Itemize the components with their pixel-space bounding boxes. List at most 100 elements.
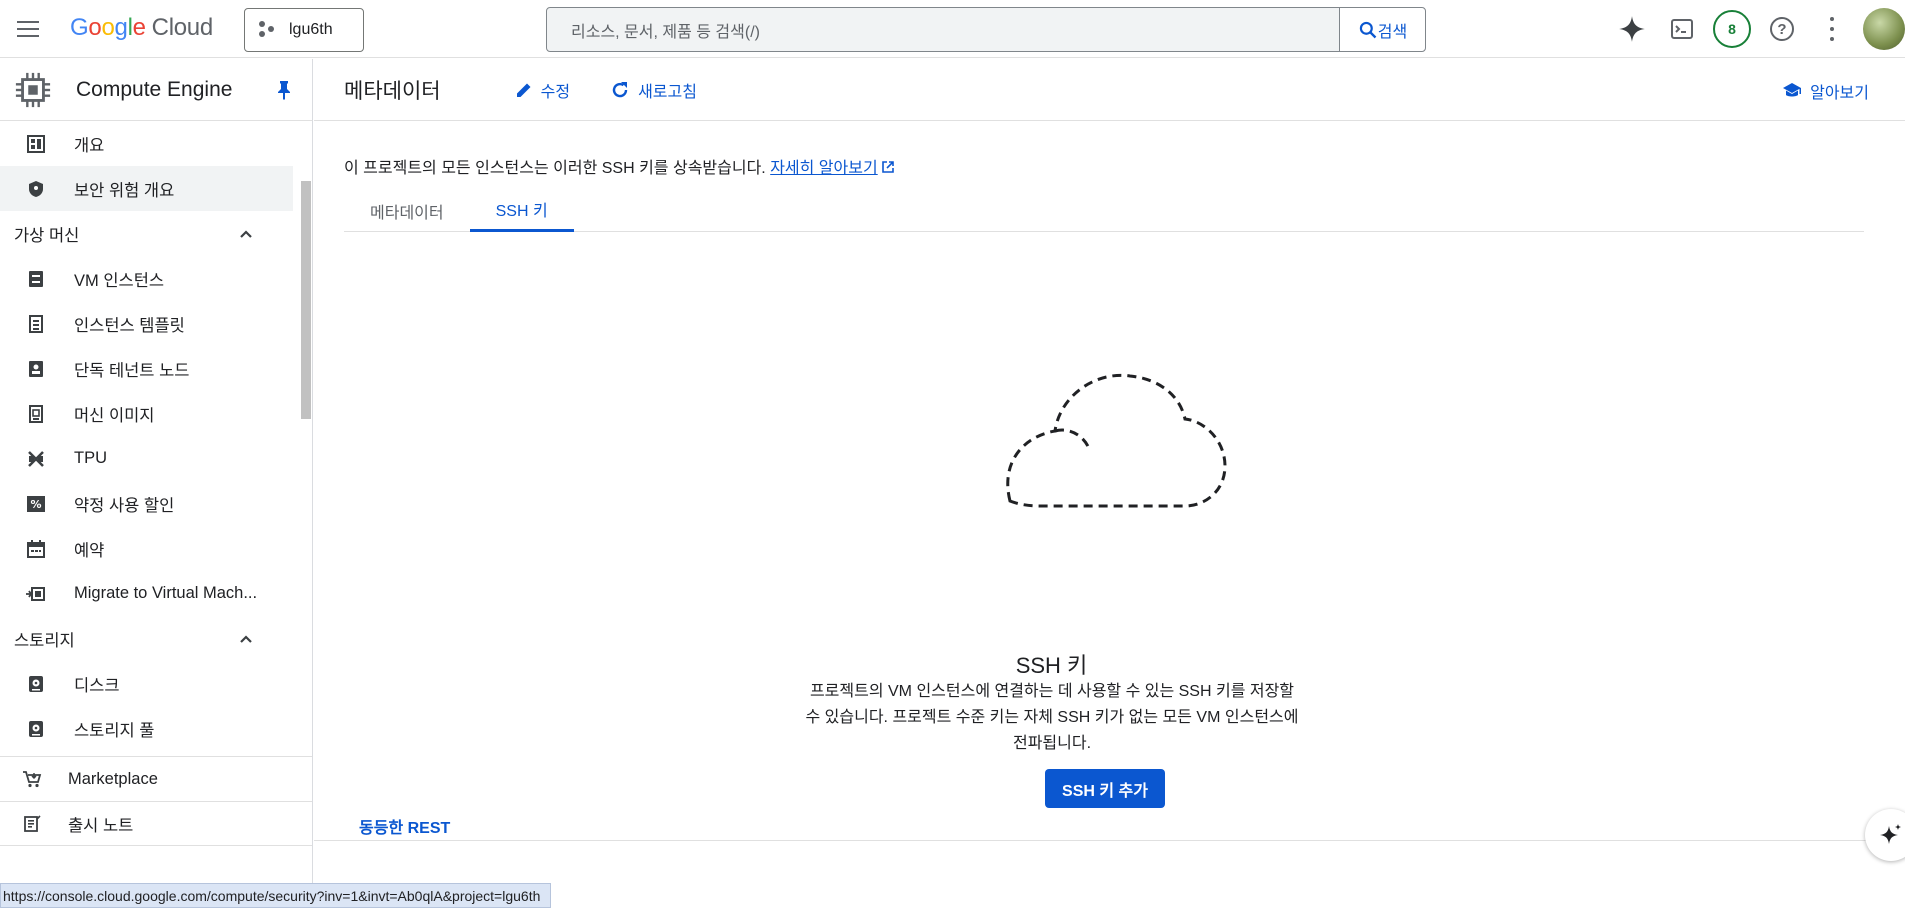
section-label: 스토리지 <box>14 631 75 650</box>
cart-icon <box>22 769 42 789</box>
sidebar-item-label: 디스크 <box>74 676 120 695</box>
sidebar-item-sole-tenant-nodes[interactable]: 단독 테넌트 노드 <box>0 346 300 391</box>
gemini-assist-button[interactable] <box>1865 809 1905 861</box>
sidebar-item-label: 출시 노트 <box>68 816 134 835</box>
sidebar-item-label: 인스턴스 템플릿 <box>74 316 185 335</box>
divider <box>314 840 1905 841</box>
section-label: 가상 머신 <box>14 226 80 245</box>
sidebar-item-reservations[interactable]: 예약 <box>0 526 300 571</box>
intro-text: 이 프로젝트의 모든 인스턴스는 이러한 SSH 키를 상속받습니다. <box>344 160 766 177</box>
sidebar-item-label: 보안 위험 개요 <box>74 181 175 200</box>
sidebar-item-migrate[interactable]: Migrate to Virtual Mach... <box>0 571 300 616</box>
content-header: 메타데이터 수정 새로고침 알아보기 <box>314 59 1905 121</box>
equivalent-rest-link[interactable]: 동등한 REST <box>359 814 450 838</box>
pin-icon[interactable] <box>272 78 296 102</box>
intro-text-row: 이 프로젝트의 모든 인스턴스는 이러한 SSH 키를 상속받습니다. 자세히 … <box>344 154 895 178</box>
empty-state-description: 프로젝트의 VM 인스턴스에 연결하는 데 사용할 수 있는 SSH 키를 저장… <box>805 683 1299 752</box>
gemini-sparkle-icon[interactable] <box>1607 0 1657 58</box>
discount-icon: % <box>26 494 46 514</box>
pencil-icon <box>516 83 531 97</box>
sparkle-icon <box>1880 824 1901 844</box>
sidebar-item-label: 스토리지 풀 <box>74 721 155 740</box>
sidebar-item-label: 개요 <box>74 136 105 155</box>
sidebar-item-storage-pools[interactable]: 스토리지 풀 <box>0 706 300 751</box>
sole-tenant-icon <box>26 359 46 379</box>
tpu-icon <box>26 449 46 469</box>
chevron-up-icon <box>240 229 252 238</box>
chevron-up-icon <box>240 634 252 643</box>
refresh-label: 새로고침 <box>638 83 697 101</box>
machine-image-icon <box>26 404 46 424</box>
add-ssh-key-button[interactable]: SSH 키 추가 <box>1045 769 1165 808</box>
sidebar-item-label: Marketplace <box>68 769 158 788</box>
storage-pool-icon <box>26 719 46 739</box>
edit-label: 수정 <box>540 83 571 101</box>
external-link-icon <box>881 161 894 173</box>
sidebar-section-vm[interactable]: 가상 머신 <box>0 211 300 256</box>
sidebar-nav: 개요 보안 위험 개요 가상 머신 VM 인스턴스 인스턴스 템플릿 단독 테넌… <box>0 121 300 759</box>
search-bar: 리소스, 문서, 제품 등 검색(/) 검색 <box>546 7 1426 52</box>
disk-icon <box>26 674 46 694</box>
sidebar-item-label: TPU <box>74 449 107 467</box>
empty-state-cloud-icon <box>1006 373 1227 508</box>
compute-engine-chip-icon <box>15 72 51 107</box>
tab-bar: 메타데이터 SSH 키 <box>344 189 1864 232</box>
edit-button[interactable]: 수정 <box>515 78 570 102</box>
sidebar-section-storage[interactable]: 스토리지 <box>0 616 300 661</box>
calendar-icon <box>26 539 46 559</box>
dashboard-icon <box>26 134 46 154</box>
sidebar-item-vm-instances[interactable]: VM 인스턴스 <box>0 256 300 301</box>
cloud-shell-icon[interactable] <box>1657 0 1707 58</box>
search-input[interactable]: 리소스, 문서, 제품 등 검색(/) <box>547 18 1339 42</box>
svg-text:%: % <box>30 498 41 511</box>
sidebar-item-overview[interactable]: 개요 <box>0 121 300 166</box>
sidebar-item-label: 머신 이미지 <box>74 406 155 425</box>
sidebar-item-security-overview[interactable]: 보안 위험 개요 <box>0 166 293 211</box>
notification-count-badge: 8 <box>1713 10 1751 48</box>
sidebar-item-label: 약정 사용 할인 <box>74 496 175 515</box>
google-cloud-logo[interactable]: Google Cloud <box>70 14 213 42</box>
sidebar-item-tpu[interactable]: TPU <box>0 436 300 481</box>
sidebar-item-machine-images[interactable]: 머신 이미지 <box>0 391 300 436</box>
empty-state-title: SSH 키 <box>1015 653 1088 678</box>
sidebar-item-instance-templates[interactable]: 인스턴스 템플릿 <box>0 301 300 346</box>
account-avatar[interactable] <box>1863 8 1905 50</box>
sidebar-scrollbar[interactable] <box>301 181 311 419</box>
sidebar-item-label: Migrate to Virtual Mach... <box>74 584 258 602</box>
help-button[interactable]: ? <box>1757 0 1807 58</box>
help-icon: ? <box>1770 17 1794 41</box>
notifications-button[interactable]: 8 <box>1707 0 1757 58</box>
top-bar: Google Cloud lgu6th 리소스, 문서, 제품 등 검색(/) 검… <box>0 0 1905 58</box>
project-picker-button[interactable]: lgu6th <box>244 8 364 52</box>
learn-label: 알아보기 <box>1810 85 1869 102</box>
status-bar-url: https://console.cloud.google.com/compute… <box>0 883 552 908</box>
sidebar-item-label: 단독 테넌트 노드 <box>74 361 190 380</box>
release-notes-icon <box>22 814 42 834</box>
product-title: Compute Engine <box>76 77 233 101</box>
learn-more-link-label: 자세히 알아보기 <box>770 160 878 177</box>
main-menu-icon[interactable] <box>14 16 42 42</box>
logo-cloud-text: Cloud <box>151 14 214 41</box>
search-button-label: 검색 <box>1377 23 1408 41</box>
vm-instance-icon <box>26 269 46 289</box>
search-button[interactable]: 검색 <box>1339 8 1425 51</box>
tab-metadata[interactable]: 메타데이터 <box>344 189 470 232</box>
sidebar-item-release-notes[interactable]: 출시 노트 <box>0 801 312 846</box>
learn-more-link[interactable]: 자세히 알아보기 <box>770 160 878 177</box>
main-content: 메타데이터 수정 새로고침 알아보기 이 프로젝트의 모든 인스턴스는 이러한 … <box>314 59 1905 908</box>
sidebar-item-label: 예약 <box>74 541 105 560</box>
sidebar-item-marketplace[interactable]: Marketplace <box>0 756 312 801</box>
sidebar-item-committed-use-discounts[interactable]: % 약정 사용 할인 <box>0 481 300 526</box>
instance-template-icon <box>26 314 46 334</box>
sidebar-item-disks[interactable]: 디스크 <box>0 661 300 706</box>
project-name: lgu6th <box>289 21 333 38</box>
shield-icon <box>26 179 46 199</box>
learn-button[interactable]: 알아보기 <box>1782 79 1869 103</box>
tab-ssh-keys[interactable]: SSH 키 <box>469 189 574 232</box>
sidebar-footer: Marketplace 출시 노트 <box>0 756 312 846</box>
sidebar: Compute Engine 개요 보안 위험 개요 가상 머신 VM 인스턴스… <box>0 59 313 908</box>
more-options-icon[interactable] <box>1807 0 1857 58</box>
sidebar-item-label: VM 인스턴스 <box>74 271 165 290</box>
school-icon <box>1783 83 1802 97</box>
refresh-button[interactable]: 새로고침 <box>610 78 697 102</box>
